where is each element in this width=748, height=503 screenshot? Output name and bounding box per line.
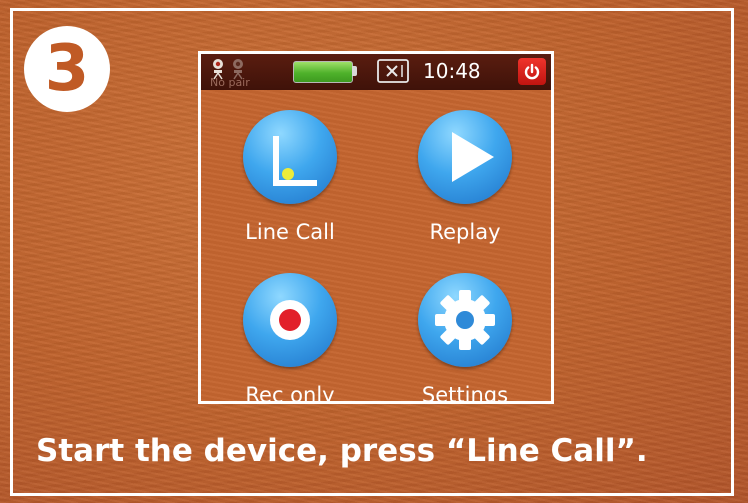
line-call-icon	[243, 110, 337, 204]
clock-time: 10:48	[423, 59, 481, 83]
pair-status: No pair	[210, 76, 250, 89]
replay-button[interactable]: Replay	[400, 110, 530, 260]
device-screen: No pair 10:48 Line Call Replay Rec only …	[201, 54, 551, 401]
replay-label: Replay	[429, 220, 501, 244]
gear-icon	[418, 273, 512, 367]
settings-button[interactable]: Settings	[400, 273, 530, 401]
record-icon	[243, 273, 337, 367]
device-screen-frame: No pair 10:48 Line Call Replay Rec only …	[198, 51, 554, 404]
line-call-label: Line Call	[245, 220, 335, 244]
battery-cap	[352, 66, 357, 76]
step-badge: 3	[24, 26, 110, 112]
instruction-caption: Start the device, press “Line Call”.	[36, 433, 648, 469]
battery-icon	[293, 61, 353, 83]
settings-label: Settings	[421, 383, 509, 401]
power-icon	[524, 63, 540, 79]
sd-card-icon	[377, 59, 409, 83]
play-icon	[418, 110, 512, 204]
rec-only-button[interactable]: Rec only	[225, 273, 355, 401]
line-call-button[interactable]: Line Call	[225, 110, 355, 260]
rec-only-label: Rec only	[245, 383, 335, 401]
step-number: 3	[44, 32, 90, 106]
status-bar: No pair 10:48	[201, 54, 551, 90]
power-button[interactable]	[518, 58, 546, 85]
